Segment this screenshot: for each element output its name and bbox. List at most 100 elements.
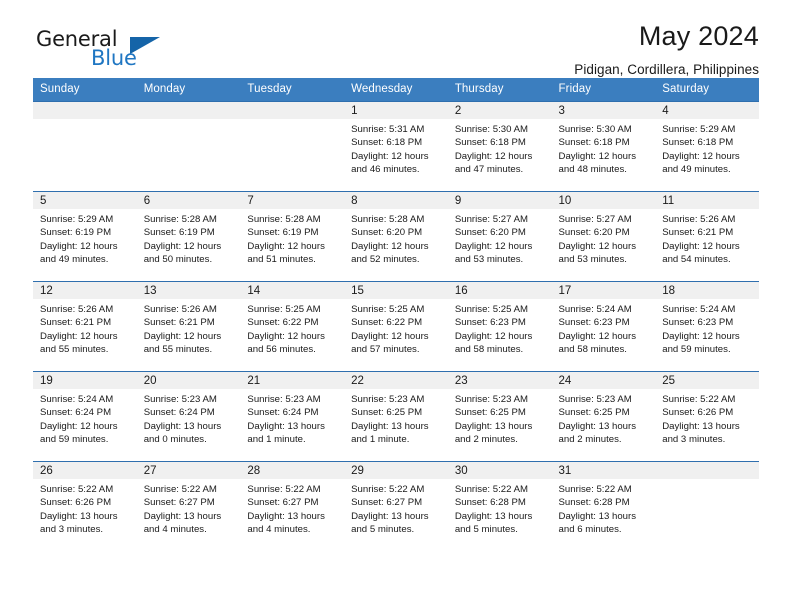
sunset-time: Sunset: 6:27 PM [143, 497, 215, 509]
day-details [240, 119, 344, 123]
sunset-time: Sunset: 6:22 PM [247, 317, 319, 329]
calendar-day-cell[interactable]: 27 Sunrise: 5:22 AM Sunset: 6:27 PM Dayligh… [136, 461, 241, 552]
day-details [33, 119, 137, 123]
calendar-day-cell[interactable]: 19 Sunrise: 5:24 AM Sunset: 6:24 PM Dayligh… [33, 371, 137, 462]
calendar-day-cell[interactable]: 24 Sunrise: 5:23 AM Sunset: 6:25 PM Dayligh… [551, 371, 656, 462]
daylight-duration-line2: and 4 minutes. [247, 523, 311, 535]
sunrise-time: Sunrise: 5:31 AM [351, 124, 425, 135]
calendar-day-cell[interactable]: 30 Sunrise: 5:22 AM Sunset: 6:28 PM Dayligh… [447, 461, 552, 552]
day-number: 20 [136, 372, 241, 389]
day-details: Sunrise: 5:23 AM Sunset: 6:24 PM Daylight:… [137, 389, 241, 446]
day-number: 22 [344, 372, 448, 389]
sunrise-time: Sunrise: 5:28 AM [143, 214, 217, 225]
day-details: Sunrise: 5:28 AM Sunset: 6:20 PM Daylight:… [344, 209, 448, 266]
daylight-duration-line1: Daylight: 13 hours [40, 510, 118, 522]
calendar-day-cell[interactable]: 15 Sunrise: 5:25 AM Sunset: 6:22 PM Dayligh… [344, 281, 448, 372]
calendar-day-cell[interactable]: 11 Sunrise: 5:26 AM Sunset: 6:21 PM Dayligh… [655, 191, 759, 282]
calendar-day-cell[interactable]: 12 Sunrise: 5:26 AM Sunset: 6:21 PM Dayligh… [33, 281, 137, 372]
calendar-day-cell[interactable]: 6 Sunrise: 5:28 AM Sunset: 6:19 PM Daylight… [136, 191, 241, 282]
daylight-duration-line2: and 49 minutes. [662, 163, 731, 175]
sunset-time: Sunset: 6:27 PM [247, 497, 319, 509]
daylight-duration-line1: Daylight: 12 hours [558, 330, 637, 342]
daylight-duration-line2: and 59 minutes. [662, 343, 731, 355]
calendar-day-cell[interactable]: 8 Sunrise: 5:28 AM Sunset: 6:20 PM Daylight… [344, 191, 448, 282]
daylight-duration-line2: and 49 minutes. [40, 253, 109, 265]
calendar-day-cell[interactable]: 13 Sunrise: 5:26 AM Sunset: 6:21 PM Dayligh… [136, 281, 241, 372]
day-number: 30 [447, 462, 552, 479]
calendar-day-cell[interactable]: 2 Sunrise: 5:30 AM Sunset: 6:18 PM Daylight… [447, 101, 552, 192]
calendar-day-cell[interactable]: 1 Sunrise: 5:31 AM Sunset: 6:18 PM Daylight… [344, 101, 448, 192]
daylight-duration-line2: and 58 minutes. [454, 343, 524, 355]
daylight-duration-line2: and 54 minutes. [662, 253, 731, 265]
daylight-duration-line1: Daylight: 13 hours [351, 510, 429, 522]
calendar-day-cell[interactable]: 23 Sunrise: 5:23 AM Sunset: 6:25 PM Dayligh… [447, 371, 552, 462]
sunrise-time: Sunrise: 5:23 AM [351, 394, 425, 405]
day-number: 2 [447, 102, 552, 119]
weekday-header-thursday: Thursday [447, 78, 552, 102]
sunset-time: Sunset: 6:23 PM [662, 317, 734, 329]
day-details: Sunrise: 5:28 AM Sunset: 6:19 PM Daylight:… [137, 209, 241, 266]
calendar-day-cell[interactable]: 18 Sunrise: 5:24 AM Sunset: 6:23 PM Dayligh… [655, 281, 759, 372]
calendar-day-cell[interactable]: 28 Sunrise: 5:22 AM Sunset: 6:27 PM Dayligh… [240, 461, 345, 552]
calendar-day-cell[interactable]: 10 Sunrise: 5:27 AM Sunset: 6:20 PM Dayligh… [551, 191, 656, 282]
sunset-time: Sunset: 6:26 PM [662, 407, 734, 419]
calendar-day-cell[interactable]: 3 Sunrise: 5:30 AM Sunset: 6:18 PM Daylight… [551, 101, 656, 192]
day-details: Sunrise: 5:27 AM Sunset: 6:20 PM Daylight:… [552, 209, 656, 266]
daylight-duration-line1: Daylight: 13 hours [662, 420, 740, 432]
day-number: 11 [655, 192, 759, 209]
day-details: Sunrise: 5:22 AM Sunset: 6:27 PM Daylight:… [137, 479, 241, 536]
daylight-duration-line2: and 59 minutes. [40, 433, 109, 445]
daylight-duration-line2: and 51 minutes. [247, 253, 316, 265]
sunrise-time: Sunrise: 5:26 AM [40, 304, 114, 315]
calendar-day-cell[interactable]: 4 Sunrise: 5:29 AM Sunset: 6:18 PM Daylight… [655, 101, 759, 192]
general-blue-logo[interactable]: General Blue [33, 27, 233, 73]
calendar-day-cell[interactable]: 29 Sunrise: 5:22 AM Sunset: 6:27 PM Dayligh… [344, 461, 448, 552]
calendar-day-cell[interactable]: 21 Sunrise: 5:23 AM Sunset: 6:24 PM Dayligh… [240, 371, 345, 462]
sunrise-time: Sunrise: 5:22 AM [143, 484, 217, 495]
calendar-day-cell[interactable]: 20 Sunrise: 5:23 AM Sunset: 6:24 PM Dayligh… [136, 371, 241, 462]
daylight-duration-line1: Daylight: 13 hours [558, 420, 637, 432]
daylight-duration-line1: Daylight: 12 hours [351, 330, 429, 342]
sunset-time: Sunset: 6:19 PM [40, 227, 112, 239]
day-details: Sunrise: 5:26 AM Sunset: 6:21 PM Daylight:… [33, 299, 137, 356]
sunrise-time: Sunrise: 5:22 AM [247, 484, 321, 495]
day-details: Sunrise: 5:25 AM Sunset: 6:22 PM Daylight:… [240, 299, 344, 356]
sunrise-time: Sunrise: 5:27 AM [558, 214, 632, 225]
day-number: 1 [344, 102, 448, 119]
daylight-duration-line2: and 50 minutes. [143, 253, 213, 265]
calendar-week-row: 1 Sunrise: 5:31 AM Sunset: 6:18 PM Daylight… [33, 101, 759, 192]
day-number: 13 [136, 282, 241, 299]
day-number: 8 [344, 192, 448, 209]
sunrise-time: Sunrise: 5:25 AM [351, 304, 425, 315]
calendar-day-cell[interactable]: 31 Sunrise: 5:22 AM Sunset: 6:28 PM Dayligh… [551, 461, 656, 552]
calendar-day-cell[interactable]: 26 Sunrise: 5:22 AM Sunset: 6:26 PM Dayligh… [33, 461, 137, 552]
sunrise-time: Sunrise: 5:23 AM [143, 394, 217, 405]
calendar-day-cell[interactable]: 22 Sunrise: 5:23 AM Sunset: 6:25 PM Dayligh… [344, 371, 448, 462]
day-number: 25 [655, 372, 759, 389]
daylight-duration-line1: Daylight: 12 hours [558, 240, 637, 252]
day-number: 29 [344, 462, 448, 479]
weekday-header-tuesday: Tuesday [240, 78, 345, 102]
day-number: 15 [344, 282, 448, 299]
calendar-day-cell[interactable]: 5 Sunrise: 5:29 AM Sunset: 6:19 PM Daylight… [33, 191, 137, 282]
day-details: Sunrise: 5:24 AM Sunset: 6:23 PM Daylight:… [655, 299, 759, 356]
daylight-duration-line1: Daylight: 12 hours [558, 150, 637, 162]
day-number: 26 [33, 462, 137, 479]
daylight-duration-line1: Daylight: 12 hours [454, 150, 533, 162]
calendar-day-cell[interactable]: 14 Sunrise: 5:25 AM Sunset: 6:22 PM Dayligh… [240, 281, 345, 372]
calendar-day-cell[interactable]: 25 Sunrise: 5:22 AM Sunset: 6:26 PM Dayligh… [655, 371, 759, 462]
sunset-time: Sunset: 6:25 PM [351, 407, 423, 419]
daylight-duration-line2: and 46 minutes. [351, 163, 420, 175]
day-number [655, 462, 759, 479]
calendar-day-cell[interactable]: 9 Sunrise: 5:27 AM Sunset: 6:20 PM Daylight… [447, 191, 552, 282]
sunset-time: Sunset: 6:24 PM [143, 407, 215, 419]
daylight-duration-line1: Daylight: 12 hours [247, 330, 325, 342]
day-number: 7 [240, 192, 345, 209]
calendar-day-cell[interactable]: 16 Sunrise: 5:25 AM Sunset: 6:23 PM Dayligh… [447, 281, 552, 372]
day-details: Sunrise: 5:23 AM Sunset: 6:25 PM Daylight:… [344, 389, 448, 446]
calendar-day-cell[interactable]: 17 Sunrise: 5:24 AM Sunset: 6:23 PM Dayligh… [551, 281, 656, 372]
calendar-day-cell[interactable]: 7 Sunrise: 5:28 AM Sunset: 6:19 PM Daylight… [240, 191, 345, 282]
sunrise-time: Sunrise: 5:27 AM [454, 214, 529, 225]
sunset-time: Sunset: 6:23 PM [558, 317, 630, 329]
daylight-duration-line1: Daylight: 12 hours [247, 240, 325, 252]
